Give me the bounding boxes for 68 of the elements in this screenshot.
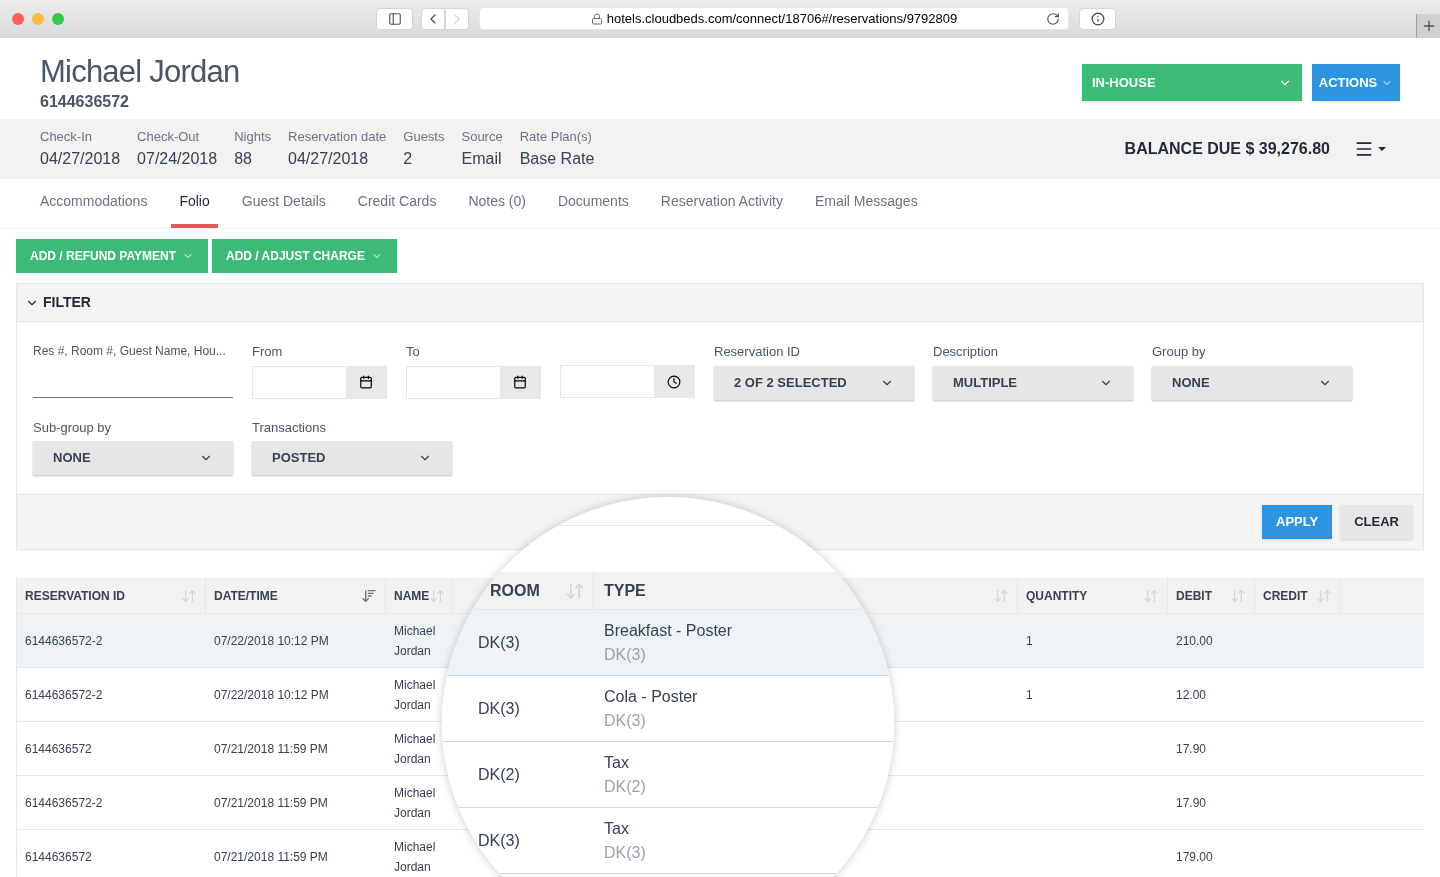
summary-value: Base Rate — [519, 148, 595, 169]
column-header: ROOM — [490, 580, 540, 601]
table-cell: DK(3) — [478, 633, 520, 651]
field-label: Reservation ID — [714, 343, 801, 361]
summary-label: Reservation date — [288, 128, 387, 147]
table-cell: DK(3) — [478, 831, 520, 849]
table-cell: 6144636572-2 — [25, 795, 103, 810]
field-label: Sub-group by — [33, 418, 113, 437]
table-cell: 179.00 — [1176, 849, 1213, 864]
column-header: QUANTITY — [1026, 587, 1088, 605]
table-cell: 6144636572 — [25, 741, 92, 756]
table-cell-text: Breakfast - Poster — [604, 620, 734, 641]
table-cell-text: Michael Jordan — [394, 730, 437, 768]
table-cell-text: Tax — [604, 752, 630, 773]
table-cell: 210.00 — [1176, 633, 1213, 648]
table-cell-text: DK(3) — [604, 842, 647, 863]
table-cell-text: Cola - Poster — [604, 686, 699, 707]
column-header: RESERVATION ID — [25, 587, 125, 605]
table-cell: 07/22/2018 10:12 PM — [214, 687, 329, 702]
table-cell-text: DK(3) — [604, 644, 647, 665]
table-cell-text: DK(3) — [604, 710, 647, 731]
summary-value: 07/24/2018 — [137, 148, 218, 169]
field-label: Transactions — [252, 418, 327, 437]
summary-label: Guests — [403, 128, 445, 147]
url-text: hotels.cloudbeds.com/connect/18706#/reservations/9792809 — [606, 9, 958, 28]
table-cell: 17.90 — [1176, 795, 1207, 810]
summary-label: Source — [461, 128, 503, 147]
table-cell-text: Michael Jordan — [394, 784, 437, 822]
table-cell: 6144636572-2 — [25, 633, 103, 648]
guest-name: Michael Jordan — [40, 54, 240, 90]
field-label: Res #, Room #, Guest Name, Hou... — [33, 343, 227, 360]
column-header: NAME — [394, 587, 430, 605]
table-cell: 1 — [1026, 687, 1033, 702]
summary-value: 04/27/2018 — [288, 148, 370, 169]
summary-value: 04/27/2018 — [40, 148, 121, 169]
table-cell: DK(2) — [478, 765, 520, 783]
table-cell: 07/21/2018 11:59 PM — [214, 741, 328, 756]
field-label: From — [252, 343, 284, 361]
summary-label: Check-Out — [137, 128, 201, 147]
summary-label: Nights — [234, 128, 271, 147]
balance-due: BALANCE DUE $ 39,276.80 — [1124, 139, 1330, 159]
table-cell: 6144636572 — [25, 849, 92, 864]
table-cell: 6144636572-2 — [25, 687, 103, 702]
table-cell: 07/21/2018 11:59 PM — [214, 795, 328, 810]
field-label: Group by — [1152, 343, 1207, 361]
summary-value: 2 — [403, 148, 414, 169]
table-cell: 07/22/2018 10:12 PM — [214, 633, 329, 648]
column-header: DEBIT — [1176, 587, 1212, 605]
table-cell: DK(3) — [478, 699, 520, 717]
table-cell: 07/21/2018 11:59 PM — [214, 849, 328, 864]
table-cell-text: Michael Jordan — [394, 676, 437, 714]
column-header: CREDIT — [1263, 587, 1308, 605]
reservation-number: 6144636572 — [40, 92, 130, 112]
summary-label: Check-In — [40, 128, 94, 147]
summary-value: Email — [461, 148, 503, 169]
table-cell-text: Tax — [604, 818, 630, 839]
table-cell: 17.90 — [1176, 741, 1207, 756]
column-header: DATE/TIME — [214, 587, 278, 605]
table-cell-text: Michael Jordan — [394, 838, 437, 876]
table-cell-text: DK(2) — [604, 776, 647, 797]
table-cell-text: Michael Jordan — [394, 622, 437, 660]
field-label: Description — [933, 343, 1000, 361]
summary-label: Rate Plan(s) — [519, 128, 593, 147]
summary-value: 88 — [234, 148, 253, 169]
column-header: TYPE — [604, 580, 646, 601]
table-cell: 1 — [1026, 633, 1033, 648]
field-label: To — [406, 343, 421, 361]
table-cell: 12.00 — [1176, 687, 1207, 702]
